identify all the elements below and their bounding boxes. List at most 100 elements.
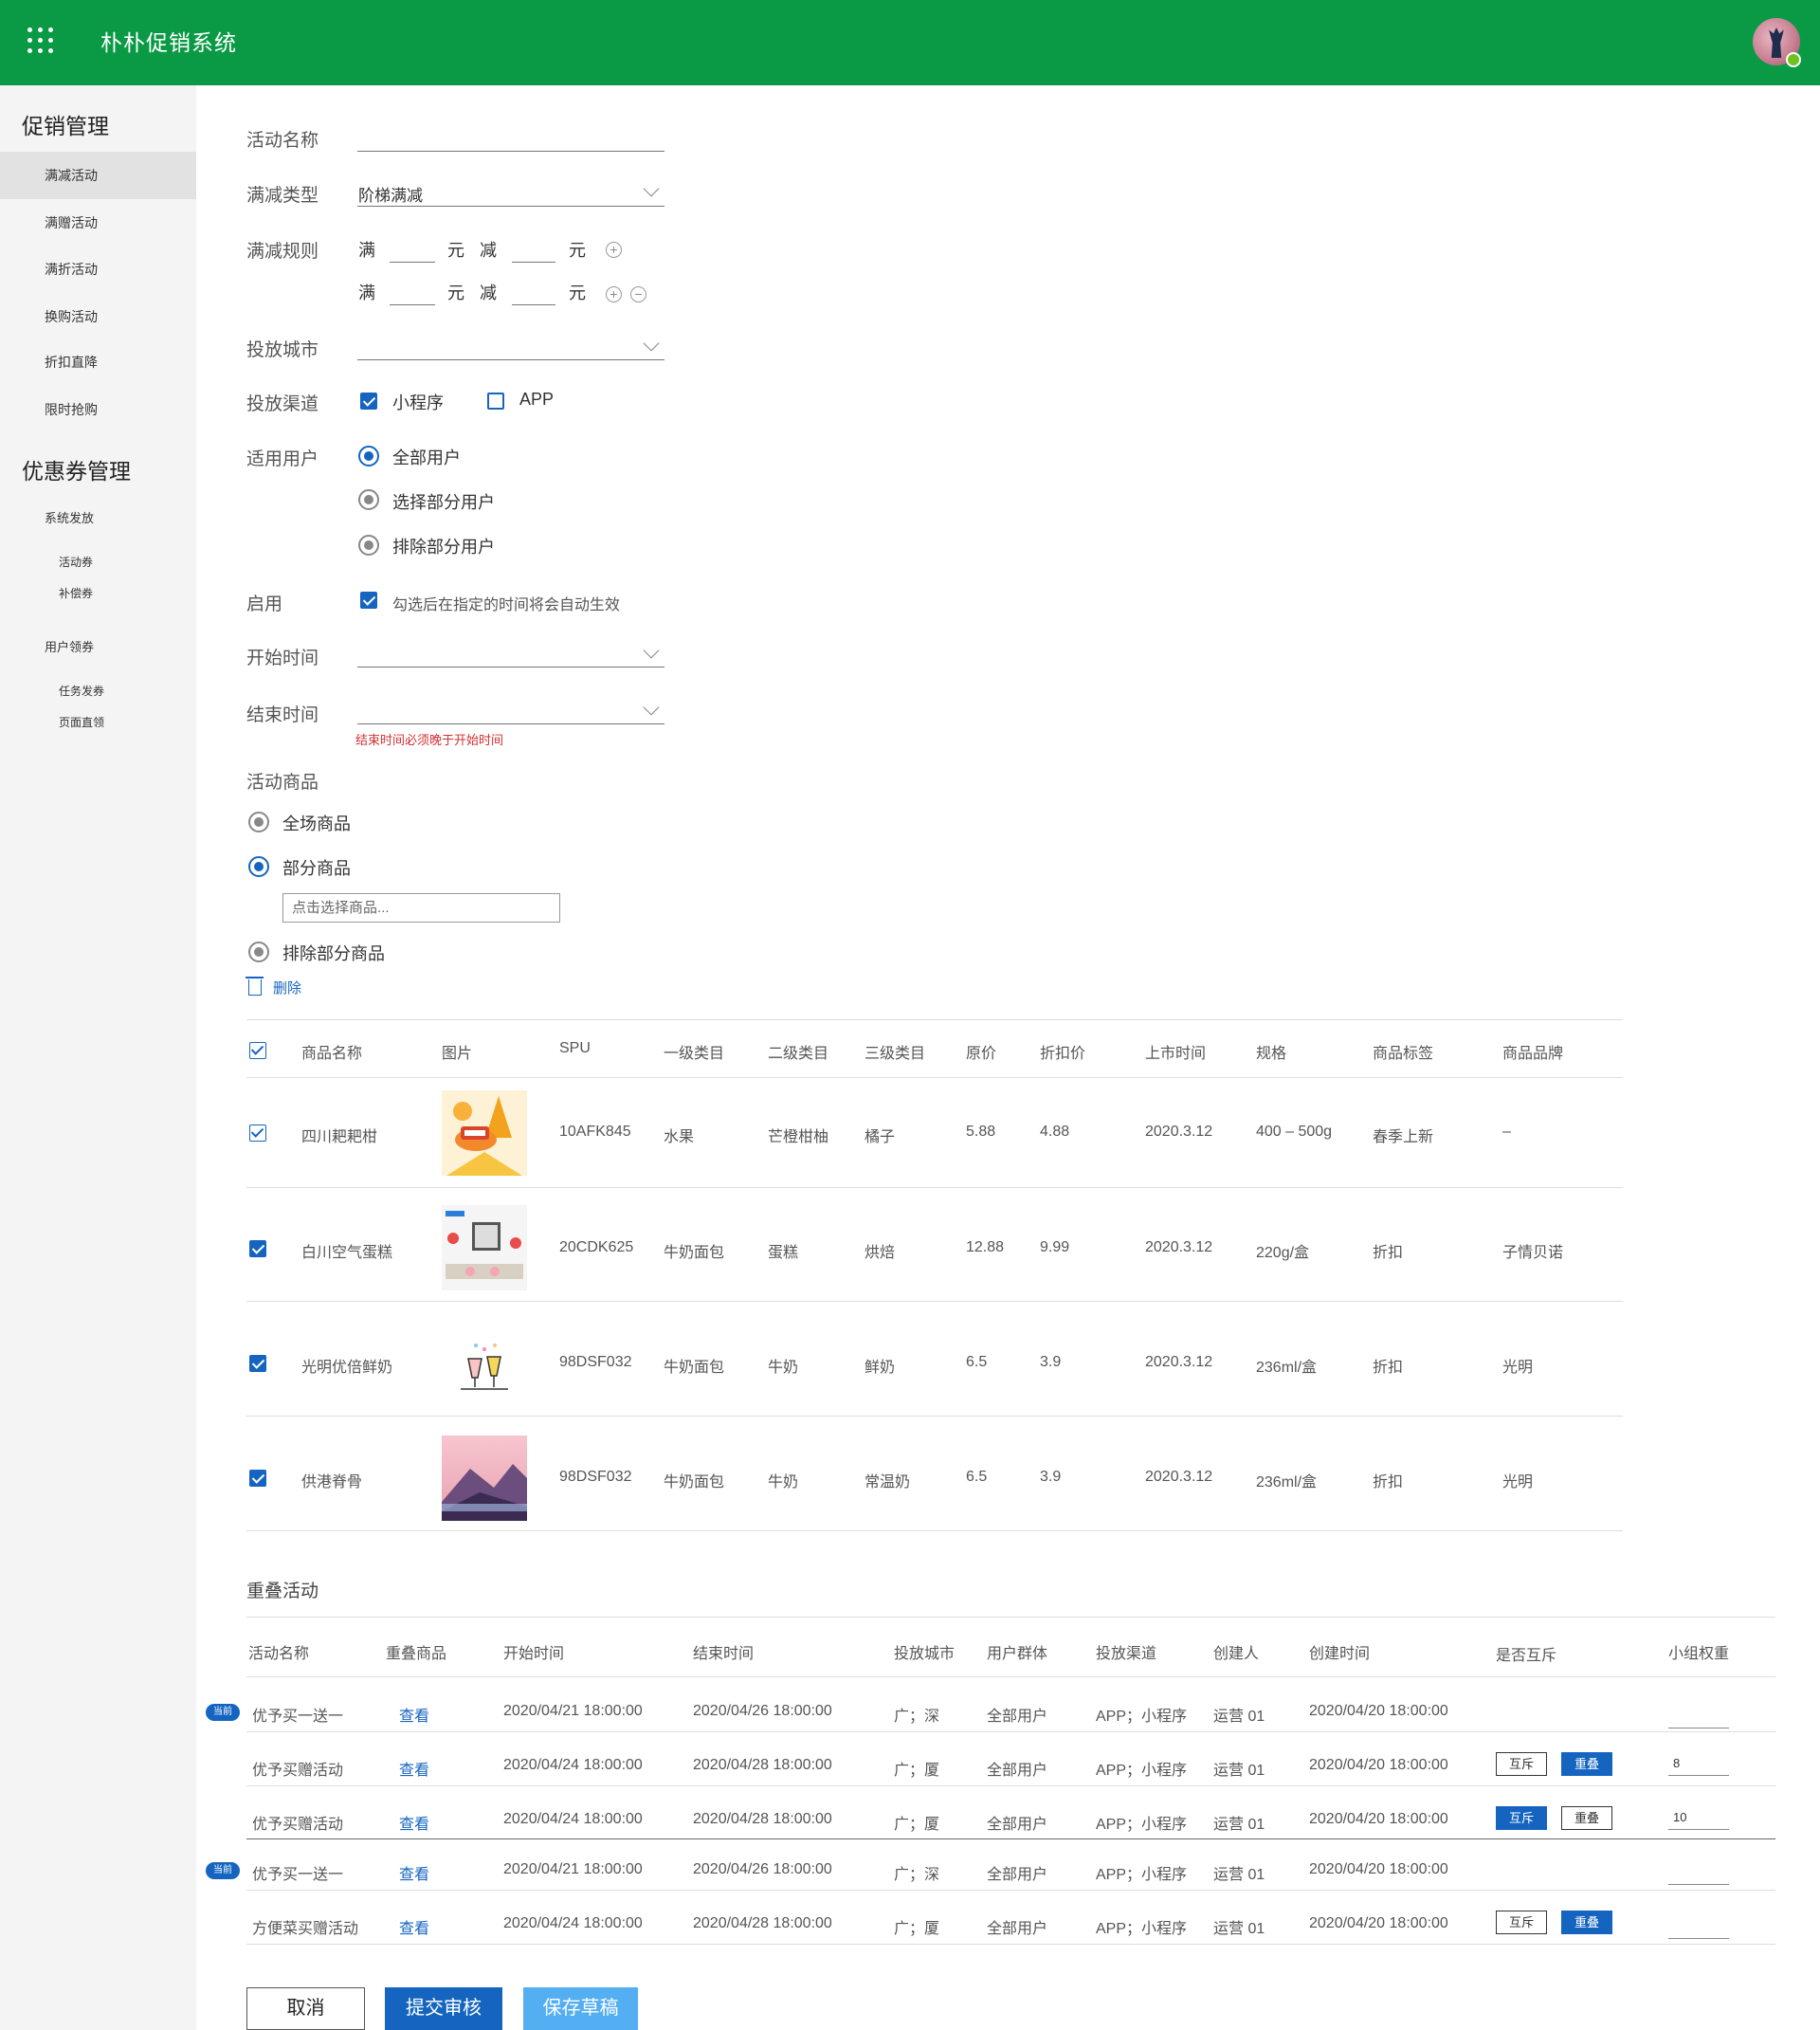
user-select-radio[interactable] — [358, 489, 379, 510]
cell-users: 全部用户 — [987, 1867, 1048, 1883]
cell-channel: APP；小程序 — [1096, 1867, 1188, 1883]
row-checkbox[interactable] — [249, 1125, 266, 1142]
user-exclude-radio[interactable] — [358, 535, 379, 556]
row-checkbox[interactable] — [249, 1470, 266, 1487]
cell-created: 2020/04/20 18:00:00 — [1309, 1757, 1448, 1773]
product-image — [442, 1205, 527, 1290]
add-rule-icon[interactable]: + — [606, 242, 622, 258]
cell-name: 光明优倍鲜奶 — [301, 1360, 393, 1376]
goods-select-input[interactable]: 点击选择商品... — [282, 893, 560, 923]
sidebar-item-activity-coupon[interactable]: 活动券 — [59, 554, 93, 570]
add-rule-icon[interactable]: + — [606, 286, 622, 302]
sidebar-item-exchange[interactable]: 换购活动 — [0, 293, 196, 340]
cell-users: 全部用户 — [987, 1763, 1048, 1779]
th-spec: 规格 — [1256, 1046, 1287, 1062]
th-image: 图片 — [442, 1046, 473, 1062]
select-all-checkbox[interactable] — [249, 1042, 266, 1059]
cell-creator: 运营 01 — [1213, 1817, 1265, 1833]
sidebar-item-full-discount[interactable]: 满折活动 — [0, 246, 196, 293]
th-cat2: 二级类目 — [768, 1046, 829, 1062]
sidebar-item-compensation-coupon[interactable]: 补偿券 — [59, 585, 93, 601]
cell-discount: 9.99 — [1040, 1239, 1070, 1255]
sidebar-item-page-claim[interactable]: 页面直领 — [59, 714, 104, 730]
channel-app-label: APP — [519, 390, 555, 409]
rule-label: 满减规则 — [246, 242, 319, 262]
view-link[interactable]: 查看 — [399, 1757, 429, 1780]
weight-input[interactable] — [1668, 1706, 1729, 1728]
sidebar-item-flash-sale[interactable]: 限时抢购 — [0, 386, 196, 433]
app-title: 朴朴促销系统 — [100, 30, 237, 55]
goods-all-radio[interactable] — [248, 812, 269, 832]
activity-name-input[interactable] — [357, 121, 664, 152]
end-time-error: 结束时间必须晚于开始时间 — [355, 733, 504, 747]
sidebar-group-coupon: 优惠券管理 — [22, 459, 131, 484]
rule-full-input[interactable] — [390, 304, 435, 305]
cell-tag: 春季上新 — [1373, 1129, 1434, 1145]
view-link[interactable]: 查看 — [399, 1861, 429, 1884]
stack-toggle[interactable]: 重叠 — [1561, 1806, 1612, 1830]
enable-checkbox[interactable] — [360, 592, 377, 609]
rule-full-input[interactable] — [390, 262, 435, 263]
row-checkbox[interactable] — [249, 1355, 266, 1372]
type-value: 阶梯满减 — [358, 187, 423, 205]
mutex-toggle[interactable]: 互斥 — [1496, 1806, 1547, 1830]
weight-input[interactable]: 8 — [1668, 1753, 1729, 1776]
cell-cat2: 牛奶 — [768, 1360, 799, 1376]
stack-toggle[interactable]: 重叠 — [1561, 1752, 1612, 1776]
sidebar-item-user-claim[interactable]: 用户领券 — [45, 637, 94, 655]
divider — [246, 1301, 1623, 1302]
remove-rule-icon[interactable]: − — [630, 286, 646, 302]
delete-button[interactable]: 删除 — [246, 977, 301, 997]
cell-cat1: 牛奶面包 — [664, 1245, 725, 1261]
channel-app-checkbox[interactable] — [487, 393, 504, 410]
channel-miniapp-checkbox[interactable] — [360, 393, 377, 410]
view-link[interactable]: 查看 — [399, 1703, 429, 1726]
cell-discount: 3.9 — [1040, 1469, 1062, 1485]
cell-end: 2020/04/28 18:00:00 — [693, 1811, 832, 1827]
cell-channel: APP；小程序 — [1096, 1709, 1188, 1725]
save-draft-button[interactable]: 保存草稿 — [523, 1987, 638, 2030]
weight-input[interactable]: 10 — [1668, 1807, 1729, 1830]
cancel-button[interactable]: 取消 — [246, 1987, 365, 2030]
cell-end: 2020/04/28 18:00:00 — [693, 1915, 832, 1931]
rule-yuan-text: 元 — [569, 241, 586, 260]
cell-name: 优予买赠活动 — [252, 1763, 344, 1779]
cell-spec: 236ml/盒 — [1256, 1360, 1318, 1376]
stack-toggle[interactable]: 重叠 — [1561, 1911, 1612, 1934]
user-all-radio[interactable] — [358, 446, 379, 466]
th-cat3: 三级类目 — [864, 1046, 926, 1062]
cell-brand: 光明 — [1502, 1360, 1534, 1376]
cell-creator: 运营 01 — [1213, 1709, 1265, 1725]
sidebar-item-direct-discount[interactable]: 折扣直降 — [0, 338, 196, 386]
rule-minus-input[interactable] — [512, 304, 555, 305]
goods-exclude-radio[interactable] — [248, 942, 269, 962]
end-time-select[interactable] — [357, 694, 664, 724]
user-all-label: 全部用户 — [392, 448, 461, 467]
goods-partial-radio[interactable] — [248, 856, 269, 877]
oth-creator: 创建人 — [1213, 1646, 1260, 1662]
start-time-select[interactable] — [357, 637, 664, 668]
start-time-label: 开始时间 — [246, 649, 319, 668]
mutex-toggle[interactable]: 互斥 — [1496, 1752, 1547, 1776]
th-price: 原价 — [966, 1046, 997, 1062]
row-checkbox[interactable] — [249, 1240, 266, 1257]
cell-start: 2020/04/21 18:00:00 — [503, 1861, 643, 1877]
weight-input[interactable] — [1668, 1862, 1729, 1885]
product-image — [442, 1436, 527, 1521]
sidebar-item-system-issue[interactable]: 系统发放 — [45, 508, 94, 526]
sidebar-item-full-reduction[interactable]: 满减活动 — [0, 152, 196, 199]
view-link[interactable]: 查看 — [399, 1811, 429, 1834]
sidebar-item-task-coupon[interactable]: 任务发券 — [59, 683, 104, 699]
mutex-toggle[interactable]: 互斥 — [1496, 1911, 1547, 1934]
view-link[interactable]: 查看 — [399, 1915, 429, 1938]
user-select-label: 选择部分用户 — [392, 493, 495, 512]
cell-spu: 10AFK845 — [559, 1124, 631, 1140]
submit-review-button[interactable]: 提交审核 — [385, 1987, 502, 2030]
rule-minus-input[interactable] — [512, 262, 555, 263]
sidebar-item-full-gift[interactable]: 满赠活动 — [0, 199, 196, 247]
cell-price: 6.5 — [966, 1354, 988, 1370]
oth-users: 用户群体 — [987, 1646, 1048, 1662]
grid-menu-icon[interactable] — [27, 27, 56, 56]
city-select[interactable] — [357, 330, 664, 360]
weight-input[interactable] — [1668, 1916, 1729, 1939]
